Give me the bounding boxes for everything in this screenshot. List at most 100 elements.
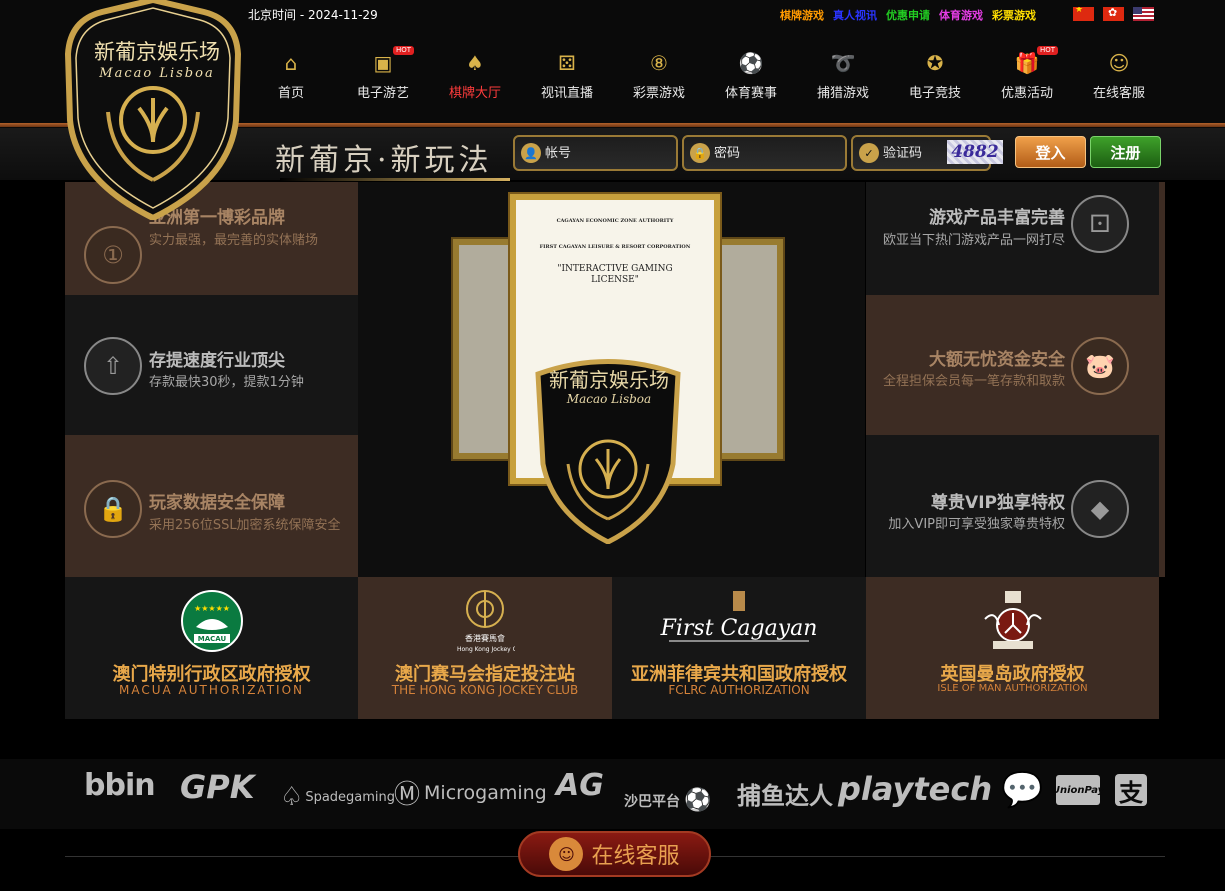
nav-esports[interactable]: ✪ 电子竞技	[889, 40, 981, 112]
top-links: 棋牌游戏 真人视讯 优惠申请 体育游戏 彩票游戏	[780, 7, 1036, 23]
captcha-input[interactable]	[883, 145, 953, 161]
hk-flag-icon[interactable]	[1103, 7, 1124, 21]
site-logo[interactable]	[62, 0, 244, 220]
macau-emblem-icon: ★★★★★ MACAU	[180, 590, 243, 652]
dice-icon: ⚄	[558, 51, 576, 75]
feature-title: 大额无忧资金安全	[929, 350, 1065, 370]
password-input[interactable]	[714, 145, 824, 161]
fish-icon: ➰	[830, 51, 856, 75]
auth-english: MACUA AUTHORIZATION	[119, 683, 304, 697]
partner-microgaming: Ⓜ Microgaming	[394, 774, 547, 811]
partner-label: 沙巴平台	[624, 793, 680, 810]
top-link-live[interactable]: 真人视讯	[833, 7, 877, 23]
feature-title: 玩家数据安全保障	[149, 493, 285, 513]
grid-edge	[1159, 182, 1165, 577]
auth-english: THE HONG KONG JOCKEY CLUB	[391, 683, 579, 697]
top-link-promo[interactable]: 优惠申请	[886, 7, 930, 23]
cert-license-title: "INTERACTIVE GAMING LICENSE"	[557, 264, 673, 285]
feature-title: 游戏产品丰富完善	[929, 208, 1065, 228]
slot-machine-icon: ▣	[373, 51, 393, 75]
account-field[interactable]: 👤	[513, 135, 678, 171]
esports-ball-icon: ✪	[926, 51, 944, 75]
online-service-button[interactable]: ☺ 在线客服	[518, 831, 711, 877]
spade-icon: ♤	[280, 782, 304, 812]
account-input[interactable]	[545, 145, 655, 161]
slogan: 新葡京·新玩法	[275, 143, 493, 178]
nav-label: 在线客服	[1092, 86, 1145, 101]
nav-label: 彩票游戏	[632, 86, 685, 101]
emblem-title: 新葡京娛乐场	[549, 368, 669, 392]
svg-text:First Cagayan: First Cagayan	[660, 616, 818, 641]
nav-promotions[interactable]: HOT 🎁 优惠活动	[981, 40, 1073, 112]
nav-lottery[interactable]: ⑧ 彩票游戏	[613, 40, 705, 112]
auth-english: FCLRC AUTHORIZATION	[668, 683, 810, 697]
partner-saba: 沙巴平台 ⚽	[624, 788, 711, 813]
feature-subtitle: 存款最快30秒，提款1分钟	[149, 375, 304, 390]
feature-security: 🔒 玩家数据安全保障 采用256位SSL加密系统保障安全	[65, 435, 358, 577]
cards-icon: ♠	[466, 51, 484, 75]
nav-label: 首页	[277, 86, 304, 101]
diamond-icon: ◆	[1071, 480, 1129, 538]
partner-fishing-master: 捕鱼达人	[737, 781, 833, 810]
password-field[interactable]: 🔒	[682, 135, 847, 171]
partner-unionpay: UnionPay	[1052, 775, 1104, 805]
logo-subtitle: Macao Lisboa	[99, 66, 215, 81]
medal-icon: ①	[84, 226, 142, 284]
svg-text:The Hong Kong Jockey Club: The Hong Kong Jockey Club	[455, 646, 515, 653]
lock-icon: 🔒	[84, 480, 142, 538]
nav-slots[interactable]: HOT ▣ 电子游艺	[337, 40, 429, 112]
nav-label: 优惠活动	[1000, 86, 1053, 101]
top-link-lottery[interactable]: 彩票游戏	[992, 7, 1036, 23]
top-link-chess[interactable]: 棋牌游戏	[780, 7, 824, 23]
lottery-ball-icon: ⑧	[650, 51, 668, 75]
nav-chess[interactable]: ♠ 棋牌大厅	[429, 40, 521, 112]
login-button[interactable]: 登入	[1015, 136, 1086, 168]
piggy-bank-icon: 🐷	[1071, 337, 1129, 395]
nav-home[interactable]: ⌂ 首页	[245, 40, 337, 112]
soccer-ball-icon: ⚽	[738, 51, 764, 75]
svg-text:★★★★★: ★★★★★	[194, 604, 230, 613]
beijing-time: 北京时间 - 2024-11-29	[248, 8, 378, 22]
feature-subtitle: 全程担保会员每一笔存款和取款	[882, 374, 1065, 389]
soccer-ball-icon: ⚽	[684, 788, 712, 813]
partner-label: Microgaming	[424, 781, 547, 804]
hot-badge: HOT	[1037, 46, 1059, 55]
home-icon: ⌂	[284, 51, 298, 75]
captcha-image[interactable]: 4882	[947, 140, 1003, 164]
partner-spadegaming: ♤ Spadegaming	[280, 782, 395, 812]
microgaming-icon: Ⓜ	[394, 780, 421, 810]
hot-badge: HOT	[393, 46, 415, 55]
license-showcase: CAGAYAN ECONOMIC ZONE AUTHORITY FIRST CA…	[358, 182, 865, 577]
feature-title: 存提速度行业顶尖	[149, 351, 285, 371]
auth-macau: ★★★★★ MACAU 澳门特别行政区政府授权 MACUA AUTHORIZAT…	[65, 577, 358, 719]
nav-live[interactable]: ⚄ 视讯直播	[521, 40, 613, 112]
nav-fishing[interactable]: ➰ 捕猎游戏	[797, 40, 889, 112]
partner-bbin: bbin	[84, 768, 156, 803]
auth-isle-of-man: 英国曼岛政府授权 ISLE OF MAN AUTHORIZATION	[866, 577, 1159, 719]
alipay-icon: 支	[1115, 774, 1147, 807]
headset-icon: ☺	[1108, 51, 1130, 75]
cn-flag-icon[interactable]	[1073, 7, 1094, 21]
service-label: 在线客服	[591, 844, 680, 869]
shield-icon: ✓	[859, 143, 879, 163]
gift-icon: 🎁	[1014, 51, 1040, 75]
nav-support[interactable]: ☺ 在线客服	[1073, 40, 1165, 112]
nav-sports[interactable]: ⚽ 体育赛事	[705, 40, 797, 112]
auth-jockey-club: 香港賽馬會 The Hong Kong Jockey Club 澳门赛马会指定投…	[358, 577, 612, 719]
lock-icon: 🔒	[690, 143, 710, 163]
nav-label: 电子竞技	[908, 86, 961, 101]
register-button[interactable]: 注册	[1090, 136, 1161, 168]
feature-subtitle: 加入VIP即可享受独家尊贵特权	[888, 517, 1065, 532]
rocket-icon: ⇧	[84, 337, 142, 395]
dice-icon: ⚀	[1071, 195, 1129, 253]
partner-label: Spadegaming	[305, 789, 396, 805]
auth-first-cagayan: First Cagayan 亚洲菲律宾共和国政府授权 FCLRC AUTHORI…	[612, 577, 866, 719]
emblem-subtitle: Macao Lisboa	[566, 392, 652, 406]
feature-funds: 🐷 大额无忧资金安全 全程担保会员每一笔存款和取款	[866, 295, 1159, 435]
auth-english: ISLE OF MAN AUTHORIZATION	[937, 683, 1088, 694]
first-cagayan-emblem-icon: First Cagayan	[660, 591, 818, 642]
partner-playtech: playtech	[838, 770, 993, 808]
user-icon: 👤	[521, 143, 541, 163]
top-link-sports[interactable]: 体育游戏	[939, 7, 983, 23]
us-flag-icon[interactable]	[1133, 7, 1154, 21]
